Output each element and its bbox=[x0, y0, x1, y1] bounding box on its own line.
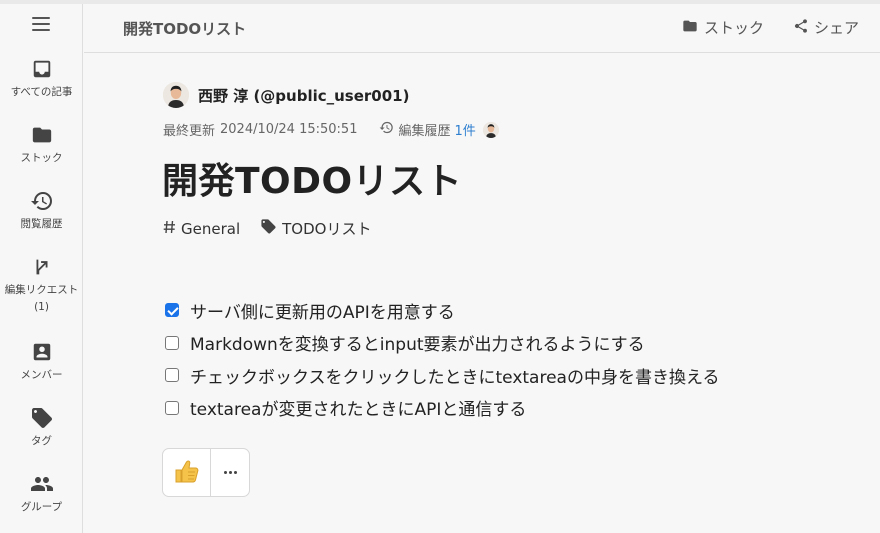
tag-general[interactable]: General bbox=[163, 220, 240, 238]
sidebar-item-label: グループ bbox=[20, 501, 63, 513]
edit-history-label: 編集履歴 bbox=[398, 124, 451, 139]
share-button-label: シェア bbox=[814, 19, 860, 37]
article-meta: 最終更新 2024/10/24 15:50:51 編集履歴 1件 bbox=[163, 120, 499, 139]
list-item: textareaが変更されたときにAPIと通信する bbox=[165, 392, 719, 425]
top-header: 開発TODOリスト ストック シェア bbox=[84, 4, 880, 53]
member-card-icon bbox=[29, 339, 55, 365]
share-icon bbox=[793, 18, 809, 38]
list-item: Markdownを変換するとinput要素が出力されるようにする bbox=[165, 327, 719, 360]
sidebar-item-members[interactable]: メンバー bbox=[0, 339, 83, 384]
tag-list: General TODOリスト bbox=[163, 218, 371, 239]
todo-checkbox[interactable] bbox=[165, 335, 179, 350]
todo-text: サーバ側に更新用のAPIを用意する bbox=[190, 302, 455, 323]
tag-label: TODOリスト bbox=[282, 220, 372, 238]
like-button[interactable] bbox=[163, 449, 211, 496]
hash-icon bbox=[163, 220, 176, 238]
history-icon bbox=[379, 120, 394, 139]
tag-icon bbox=[260, 218, 277, 239]
folder-icon bbox=[681, 18, 699, 38]
tag-todo-list[interactable]: TODOリスト bbox=[260, 218, 371, 239]
sidebar-item-groups[interactable]: グループ bbox=[0, 471, 83, 516]
group-icon bbox=[29, 471, 55, 497]
avatar bbox=[482, 121, 499, 138]
sidebar-item-label: すべての記事 bbox=[10, 86, 73, 98]
last-updated-label: 最終更新 bbox=[163, 124, 216, 139]
todo-checkbox[interactable] bbox=[165, 368, 179, 383]
tag-label: General bbox=[181, 219, 241, 238]
stock-button[interactable]: ストック bbox=[681, 17, 764, 38]
more-dots-icon bbox=[223, 471, 237, 474]
list-item: サーバ側に更新用のAPIを用意する bbox=[165, 294, 719, 327]
sidebar-item-label: タグ bbox=[31, 435, 52, 447]
inbox-icon bbox=[29, 56, 55, 82]
avatar[interactable] bbox=[163, 82, 189, 108]
sidebar-item-label: メンバー bbox=[20, 369, 63, 381]
sidebar-item-label: 編集リクエスト (1) bbox=[4, 284, 79, 313]
reaction-toolbar bbox=[162, 448, 250, 497]
edit-history-count-link[interactable]: 1件 bbox=[454, 120, 475, 139]
merge-arrow-icon bbox=[29, 254, 55, 280]
todo-list: サーバ側に更新用のAPIを用意する Markdownを変換するとinput要素が… bbox=[165, 294, 719, 424]
todo-text: Markdownを変換するとinput要素が出力されるようにする bbox=[190, 335, 645, 356]
todo-checkbox[interactable] bbox=[165, 400, 179, 415]
sidebar-item-label: ストック bbox=[20, 152, 63, 164]
sidebar-item-label: 閲覧履歴 bbox=[20, 218, 63, 230]
stock-button-label: ストック bbox=[704, 19, 765, 37]
folder-icon bbox=[29, 122, 55, 148]
author-name[interactable]: 西野 淳 (@public_user001) bbox=[198, 85, 409, 106]
todo-text: textareaが変更されたときにAPIと通信する bbox=[190, 400, 527, 421]
todo-text: チェックボックスをクリックしたときにtextareaの中身を書き換える bbox=[190, 367, 720, 388]
sidebar-item-stock[interactable]: ストック bbox=[0, 122, 83, 167]
tag-icon bbox=[29, 405, 55, 431]
sidebar-item-edit-requests[interactable]: 編集リクエスト (1) bbox=[0, 254, 83, 316]
sidebar: すべての記事 ストック 閲覧履歴 編集リクエスト (1) メンバー タグ グルー… bbox=[0, 4, 83, 533]
todo-checkbox[interactable] bbox=[165, 303, 179, 318]
author-row: 西野 淳 (@public_user001) bbox=[163, 82, 409, 108]
article-title: 開発TODOリスト bbox=[162, 161, 463, 202]
hamburger-menu-icon[interactable] bbox=[32, 17, 50, 31]
more-button[interactable] bbox=[211, 449, 249, 496]
thumbs-up-icon bbox=[173, 457, 201, 489]
list-item: チェックボックスをクリックしたときにtextareaの中身を書き換える bbox=[165, 359, 719, 392]
last-updated-time: 2024/10/24 15:50:51 bbox=[220, 122, 358, 137]
sidebar-item-all-articles[interactable]: すべての記事 bbox=[0, 56, 83, 101]
header-title: 開発TODOリスト bbox=[123, 20, 247, 38]
sidebar-item-history[interactable]: 閲覧履歴 bbox=[0, 188, 83, 233]
edit-history[interactable]: 編集履歴 1件 bbox=[379, 120, 499, 139]
share-button[interactable]: シェア bbox=[793, 17, 859, 38]
sidebar-item-tags[interactable]: タグ bbox=[0, 405, 83, 450]
history-icon bbox=[29, 188, 55, 214]
